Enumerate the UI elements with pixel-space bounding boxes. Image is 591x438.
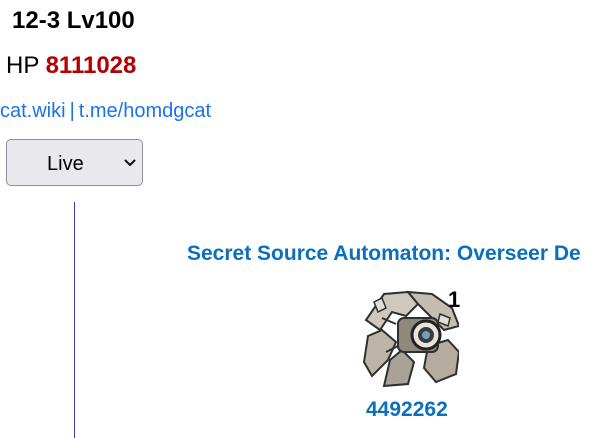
enemy-hp: 4492262 xyxy=(366,398,448,421)
page: 12-3 Lv100 HP 8111028 cat.wiki | t.me/homd… xyxy=(0,0,591,438)
automaton-enemy-icon xyxy=(362,290,459,387)
enemy-name: Secret Source Automaton: Overseer De xyxy=(187,242,581,265)
hp-value: 8111028 xyxy=(45,52,137,79)
timeline-line xyxy=(74,202,75,438)
links-row: cat.wiki | t.me/homdgcat xyxy=(0,98,211,124)
chevron-down-icon xyxy=(124,159,136,166)
stage-hp: HP 8111028 xyxy=(6,51,136,81)
version-select-value: Live xyxy=(47,153,84,175)
stage-title: 12-3 Lv100 xyxy=(12,7,135,34)
wiki-link[interactable]: cat.wiki xyxy=(0,100,66,122)
telegram-link[interactable]: t.me/homdgcat xyxy=(79,100,211,122)
version-select[interactable]: Live xyxy=(6,139,143,186)
link-separator: | xyxy=(69,100,75,122)
enemy-count: 1 xyxy=(448,287,461,312)
hp-label: HP xyxy=(6,52,39,79)
